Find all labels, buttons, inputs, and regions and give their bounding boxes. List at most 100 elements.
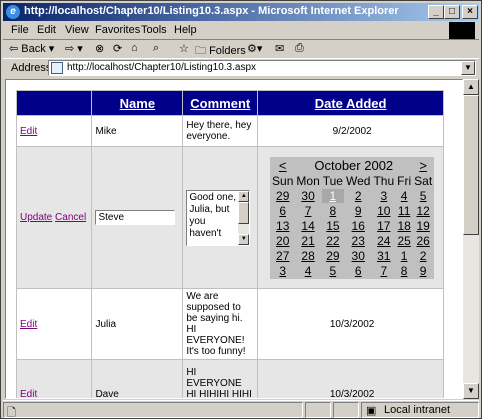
date-cell: 10/3/2002	[257, 288, 444, 360]
comment-textarea[interactable]: Good one, Julia, but you haven't ▲ ▼	[186, 189, 251, 246]
comment-edit-cell: Good one, Julia, but you haven't ▲ ▼	[182, 146, 259, 289]
day-link[interactable]: 24	[377, 234, 390, 248]
print-icon[interactable]: ⎙	[295, 42, 304, 55]
sort-date-link[interactable]: Date Added	[315, 96, 387, 111]
textarea-scroll-thumb[interactable]	[238, 201, 250, 224]
minimize-button[interactable]: _	[428, 5, 444, 19]
day-link[interactable]: 11	[398, 204, 410, 218]
calendar-day: 26	[412, 232, 435, 249]
day-link[interactable]: 15	[326, 219, 339, 233]
day-header: Sun	[270, 172, 296, 189]
day-link[interactable]: 9	[420, 264, 427, 278]
menu-tools[interactable]: Tools	[141, 24, 167, 36]
page-scrollbar[interactable]: ▲ ▼	[463, 79, 479, 399]
day-link[interactable]: 18	[397, 219, 410, 233]
comment-textarea-text: Good one, Julia, but you haven't	[189, 191, 237, 239]
day-link[interactable]: 16	[352, 219, 365, 233]
sort-comment-link[interactable]: Comment	[190, 96, 250, 111]
day-header: Wed	[343, 172, 373, 189]
day-link[interactable]: 2	[420, 249, 427, 263]
day-link[interactable]: 19	[416, 219, 429, 233]
back-button[interactable]: ⇦ Back ▾	[9, 42, 54, 55]
stop-icon[interactable]: ⊗	[95, 42, 104, 55]
day-link[interactable]: 7	[380, 264, 387, 278]
scroll-up-icon[interactable]: ▲	[238, 190, 250, 202]
calendar-day: 2	[412, 247, 435, 264]
header-actions	[15, 90, 93, 116]
prev-month-link[interactable]: <	[279, 158, 287, 173]
maximize-button[interactable]: □	[444, 5, 460, 19]
day-link[interactable]: 6	[279, 204, 286, 218]
calendar-day: 1	[395, 247, 414, 264]
edit-link[interactable]: Edit	[20, 126, 37, 137]
day-link[interactable]: 29	[326, 249, 339, 263]
day-link[interactable]: 3	[279, 264, 286, 278]
day-link[interactable]: 13	[276, 219, 289, 233]
textarea-scrollbar[interactable]: ▲ ▼	[238, 190, 250, 245]
menu-file[interactable]: File	[11, 24, 29, 36]
scroll-up-icon[interactable]: ▲	[463, 79, 479, 95]
day-link[interactable]: 30	[301, 189, 314, 203]
day-link[interactable]: 8	[330, 204, 337, 218]
toolbar: ⇦ Back ▾ ⇨ ▾ ⊗ ⟳ ⌂ ⌕ ☆ 🗀 Folders ⚙▾ ✉ ⎙	[3, 41, 479, 57]
day-link[interactable]: 28	[301, 249, 314, 263]
day-link[interactable]: 17	[377, 219, 390, 233]
day-link[interactable]: 25	[397, 234, 410, 248]
day-link[interactable]: 5	[330, 264, 337, 278]
day-link[interactable]: 5	[420, 189, 427, 203]
day-link[interactable]: 8	[401, 264, 408, 278]
scroll-down-icon[interactable]: ▼	[238, 233, 250, 245]
update-link[interactable]: Update	[20, 212, 52, 223]
day-link[interactable]: 10	[377, 204, 390, 218]
title-bar[interactable]: e http://localhost/Chapter10/Listing10.3…	[3, 3, 479, 21]
day-link[interactable]: 22	[326, 234, 339, 248]
day-link[interactable]: 9	[355, 204, 362, 218]
day-link[interactable]: 26	[416, 234, 429, 248]
day-link[interactable]: 4	[401, 189, 408, 203]
day-link[interactable]: 14	[301, 219, 314, 233]
day-link[interactable]: 2	[355, 189, 362, 203]
table-row: Edit Dave HI EVERYONE HI HIHIHI HIHI HII…	[15, 359, 444, 398]
day-link[interactable]: 1	[401, 249, 408, 263]
address-dropdown-icon[interactable]: ▼	[461, 61, 475, 75]
favorites-icon[interactable]: ☆	[179, 42, 189, 55]
day-link[interactable]: 1	[330, 189, 337, 203]
menu-favorites[interactable]: Favorites	[95, 24, 140, 36]
day-link[interactable]: 31	[377, 249, 390, 263]
day-link[interactable]: 7	[305, 204, 312, 218]
day-link[interactable]: 3	[380, 189, 387, 203]
calendar-week: 20 21 22 23 24 25 26	[270, 232, 435, 249]
day-link[interactable]: 6	[355, 264, 362, 278]
refresh-icon[interactable]: ⟳	[113, 42, 122, 55]
next-month-link[interactable]: >	[419, 158, 427, 173]
day-link[interactable]: 23	[352, 234, 365, 248]
menu-edit[interactable]: Edit	[37, 24, 56, 36]
day-link[interactable]: 30	[352, 249, 365, 263]
close-button[interactable]: ×	[462, 5, 478, 19]
sort-name-link[interactable]: Name	[120, 96, 155, 111]
status-bar: 🗋 ▣ Local intranet	[3, 400, 479, 419]
edit-link[interactable]: Edit	[20, 389, 37, 398]
forward-button[interactable]: ⇨ ▾	[65, 42, 83, 55]
name-input[interactable]: Steve	[95, 210, 176, 225]
scroll-down-icon[interactable]: ▼	[463, 383, 479, 399]
cancel-link[interactable]: Cancel	[55, 212, 86, 223]
day-link[interactable]: 29	[276, 189, 289, 203]
day-link[interactable]: 27	[276, 249, 289, 263]
calendar-day: 17	[371, 217, 397, 234]
address-input[interactable]: http://localhost/Chapter10/Listing10.3.a…	[48, 60, 476, 76]
history-icon[interactable]: ⚙▾	[247, 42, 262, 55]
day-link[interactable]: 21	[301, 234, 314, 248]
day-link[interactable]: 12	[416, 204, 429, 218]
day-link[interactable]: 20	[276, 234, 289, 248]
calendar-day: 29	[320, 247, 345, 264]
mail-icon[interactable]: ✉	[275, 42, 284, 55]
edit-link[interactable]: Edit	[20, 319, 37, 330]
search-icon[interactable]: ⌕	[153, 42, 159, 55]
menu-view[interactable]: View	[65, 24, 89, 36]
calendar-day: 6	[343, 262, 373, 279]
day-link[interactable]: 4	[305, 264, 312, 278]
menu-help[interactable]: Help	[174, 24, 197, 36]
home-icon[interactable]: ⌂	[131, 42, 138, 54]
page-scroll-thumb[interactable]	[463, 95, 479, 235]
